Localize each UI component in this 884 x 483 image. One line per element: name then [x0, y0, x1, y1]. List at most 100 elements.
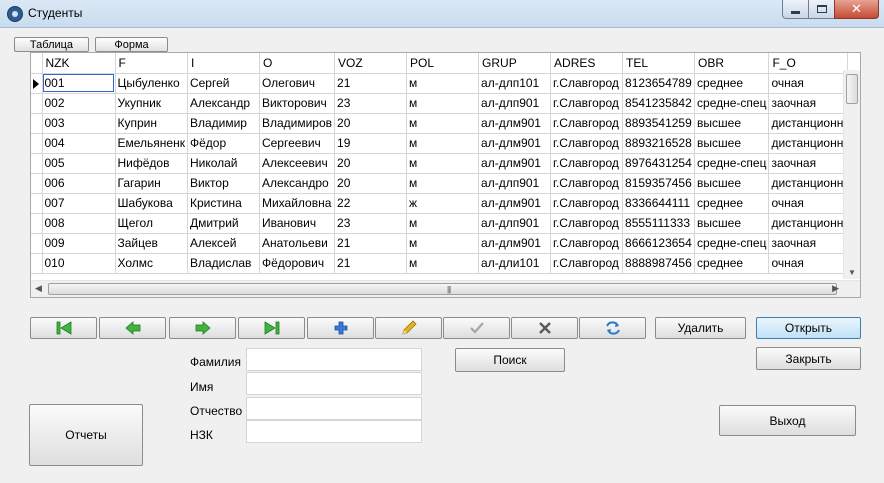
table-cell[interactable]: среднее: [694, 253, 770, 274]
table-cell[interactable]: ал-длм901: [478, 193, 552, 214]
table-cell[interactable]: среднее: [694, 193, 770, 214]
table-cell[interactable]: Олегович: [259, 73, 336, 94]
close-window-button[interactable]: ✕: [834, 0, 879, 19]
open-button[interactable]: Открыть: [756, 317, 861, 339]
table-row[interactable]: 008 Щегол Дмитрий Иванович 23 м ал-длп901 г.Сла…: [31, 213, 849, 234]
table-cell[interactable]: 20: [334, 153, 408, 174]
surname-input[interactable]: [246, 348, 422, 371]
table-cell[interactable]: очная: [768, 253, 849, 274]
table-cell[interactable]: г.Славгород: [550, 113, 624, 134]
table-cell[interactable]: Холмс: [115, 253, 188, 274]
table-cell[interactable]: заочная: [768, 233, 849, 254]
table-cell[interactable]: 010: [42, 253, 116, 274]
exit-button[interactable]: Выход: [719, 405, 856, 436]
row-indicator[interactable]: [31, 93, 43, 114]
close-button[interactable]: Закрыть: [756, 347, 861, 370]
table-cell[interactable]: заочная: [768, 93, 849, 114]
table-cell[interactable]: г.Славгород: [550, 213, 624, 234]
column-header[interactable]: OBR: [694, 53, 770, 74]
table-cell[interactable]: дистанционн: [768, 213, 849, 234]
maximize-button[interactable]: [808, 0, 835, 19]
table-cell[interactable]: Иванович: [259, 213, 336, 234]
table-cell[interactable]: Нифёдов: [115, 153, 188, 174]
table-cell[interactable]: очная: [768, 73, 849, 94]
table-cell[interactable]: 8541235842: [622, 93, 696, 114]
table-cell[interactable]: 001: [42, 73, 116, 94]
nav-edit-button[interactable]: [375, 317, 442, 339]
vertical-scroll-thumb[interactable]: [846, 74, 858, 104]
table-row[interactable]: 004 Емельяненк Фёдор Сергеевич 19 м ал-длм901 г…: [31, 133, 849, 154]
table-cell[interactable]: 006: [42, 173, 116, 194]
table-cell[interactable]: 009: [42, 233, 116, 254]
table-cell[interactable]: Гагарин: [115, 173, 188, 194]
table-row[interactable]: 006 Гагарин Виктор Александро 20 м ал-длп901 г.…: [31, 173, 849, 194]
students-grid[interactable]: NZK F I O VOZ POL GRUP ADRES TEL OBR F_O…: [30, 52, 861, 298]
table-cell[interactable]: ж: [406, 193, 480, 214]
scroll-right-arrow-icon[interactable]: ▶: [832, 283, 839, 294]
table-cell[interactable]: 8666123654: [622, 233, 696, 254]
table-cell[interactable]: 21: [334, 233, 408, 254]
table-cell[interactable]: 22: [334, 193, 408, 214]
table-cell[interactable]: Цыбуленко: [115, 73, 188, 94]
table-cell[interactable]: м: [406, 153, 480, 174]
table-cell[interactable]: ал-длп901: [478, 213, 552, 234]
tab-table[interactable]: Таблица: [14, 37, 89, 52]
table-cell[interactable]: м: [406, 133, 480, 154]
row-indicator[interactable]: [31, 213, 43, 234]
table-cell[interactable]: 007: [42, 193, 116, 214]
table-cell[interactable]: 005: [42, 153, 116, 174]
table-cell[interactable]: м: [406, 113, 480, 134]
table-cell[interactable]: Сергей: [187, 73, 260, 94]
row-indicator[interactable]: [31, 113, 43, 134]
table-cell[interactable]: ал-длп901: [478, 93, 552, 114]
table-cell[interactable]: м: [406, 93, 480, 114]
table-cell[interactable]: высшее: [694, 213, 770, 234]
table-cell[interactable]: Викторович: [259, 93, 336, 114]
table-cell[interactable]: 004: [42, 133, 116, 154]
table-cell[interactable]: средне-спец: [694, 93, 770, 114]
table-cell[interactable]: 008: [42, 213, 116, 234]
table-cell[interactable]: Анатольеви: [259, 233, 336, 254]
column-header[interactable]: O: [259, 53, 336, 74]
table-cell[interactable]: Фёдор: [187, 133, 260, 154]
table-cell[interactable]: средне-спец: [694, 153, 770, 174]
table-cell[interactable]: м: [406, 213, 480, 234]
column-header[interactable]: TEL: [622, 53, 696, 74]
scroll-down-arrow-icon[interactable]: ▼: [848, 268, 856, 277]
table-cell[interactable]: м: [406, 233, 480, 254]
scroll-left-arrow-icon[interactable]: ◀: [35, 283, 42, 294]
table-cell[interactable]: дистанционн: [768, 173, 849, 194]
table-cell[interactable]: 003: [42, 113, 116, 134]
table-cell[interactable]: г.Славгород: [550, 173, 624, 194]
table-cell[interactable]: Щегол: [115, 213, 188, 234]
horizontal-scrollbar[interactable]: ◀ ||| ▶: [31, 280, 860, 297]
table-row[interactable]: 003 Куприн Владимир Владимиров 20 м ал-длм901 г…: [31, 113, 849, 134]
table-cell[interactable]: 21: [334, 73, 408, 94]
delete-button[interactable]: Удалить: [655, 317, 746, 339]
table-cell[interactable]: Владимиров: [259, 113, 336, 134]
table-cell[interactable]: м: [406, 173, 480, 194]
table-cell[interactable]: среднее: [694, 73, 770, 94]
search-button[interactable]: Поиск: [455, 348, 565, 372]
nav-next-button[interactable]: [169, 317, 236, 339]
table-cell[interactable]: ал-длм901: [478, 233, 552, 254]
table-cell[interactable]: 8888987456: [622, 253, 696, 274]
horizontal-scroll-thumb[interactable]: |||: [48, 283, 837, 295]
table-cell[interactable]: Куприн: [115, 113, 188, 134]
table-cell[interactable]: дистанционн: [768, 113, 849, 134]
table-cell[interactable]: 23: [334, 213, 408, 234]
column-header[interactable]: NZK: [42, 53, 116, 74]
table-cell[interactable]: высшее: [694, 133, 770, 154]
table-cell[interactable]: средне-спец: [694, 233, 770, 254]
table-cell[interactable]: м: [406, 73, 480, 94]
table-cell[interactable]: ал-длм901: [478, 133, 552, 154]
table-row[interactable]: 001 Цыбуленко Сергей Олегович 21 м ал-длп101 г.…: [31, 73, 849, 94]
table-cell[interactable]: г.Славгород: [550, 253, 624, 274]
table-cell[interactable]: 19: [334, 133, 408, 154]
row-indicator[interactable]: [31, 173, 43, 194]
column-header[interactable]: I: [187, 53, 260, 74]
table-cell[interactable]: г.Славгород: [550, 73, 624, 94]
table-cell[interactable]: 23: [334, 93, 408, 114]
patronymic-input[interactable]: [246, 397, 422, 420]
table-cell[interactable]: ал-дли101: [478, 253, 552, 274]
